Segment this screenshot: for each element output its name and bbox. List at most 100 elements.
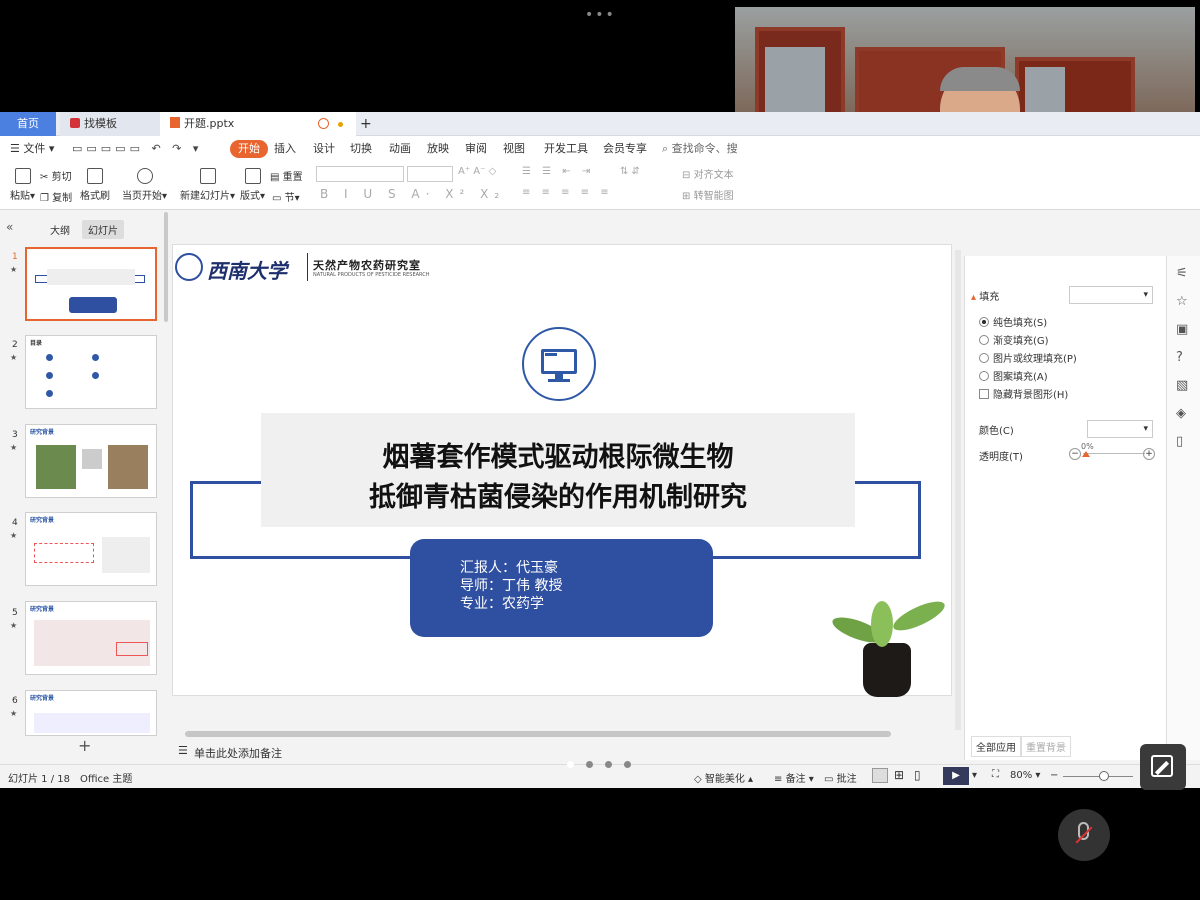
notes-toggle-button[interactable]: ≡ 备注 ▾ — [774, 770, 814, 785]
warning-icon[interactable] — [318, 118, 329, 129]
zoom-level[interactable]: 80% ▾ — [1010, 770, 1040, 781]
pattern-fill-option[interactable]: 图案填充(A) — [979, 368, 1048, 383]
hide-background-checkbox[interactable]: 隐藏背景图形(H) — [979, 386, 1068, 401]
apply-all-button[interactable]: 全部应用 — [971, 736, 1021, 757]
vertical-scrollbar[interactable] — [955, 250, 961, 730]
grid-view-icon[interactable]: ⊞ — [894, 768, 904, 782]
zoom-slider[interactable] — [1063, 776, 1133, 777]
image-icon[interactable]: ▧ — [1176, 378, 1188, 393]
transition-icon[interactable]: ▣ — [1176, 322, 1188, 337]
slide-thumbnail-5[interactable]: 研究背景 — [25, 601, 157, 675]
section-button[interactable]: ▭ 节▾ — [272, 189, 300, 204]
tab-templates[interactable]: 找模板 — [60, 112, 160, 136]
page-dot — [605, 761, 612, 768]
notes-bar[interactable]: ☰ 单击此处添加备注 — [172, 742, 952, 766]
quick-access-toolbar[interactable]: ▭▭▭▭▭ ↶ ↷ ▾ — [72, 140, 202, 158]
font-size-buttons[interactable]: A⁺ A⁻ ◇ — [458, 166, 496, 177]
paragraph-align-buttons[interactable]: ≡ ≡ ≡ ≡ ≡ — [522, 187, 613, 198]
menu-animation[interactable]: 动画 — [389, 140, 411, 158]
play-from-current-button[interactable]: 当页开始▾ — [122, 168, 167, 202]
menu-dev-tools[interactable]: 开发工具 — [544, 140, 588, 158]
star-icon: ★ — [10, 353, 18, 362]
star-icon: ★ — [10, 531, 18, 540]
command-search[interactable]: ⌕ 查找命令、搜 — [662, 140, 738, 158]
plus-icon[interactable]: + — [1143, 448, 1155, 460]
slide-thumbnail-6[interactable]: 研究背景 — [25, 690, 157, 736]
menu-start[interactable]: 开始 — [230, 140, 268, 158]
layout-button[interactable]: 版式▾ — [240, 168, 265, 202]
reset-background-button[interactable]: 重置背景 — [1021, 736, 1071, 757]
normal-view-icon[interactable] — [872, 768, 888, 783]
reading-view-icon[interactable]: ▯ — [914, 768, 921, 782]
copy-button[interactable]: ❐ 复制 — [40, 189, 72, 204]
add-tab-button[interactable]: + — [356, 112, 378, 136]
cut-button[interactable]: ✂ 剪切 — [40, 168, 72, 183]
slider-handle-icon[interactable] — [1082, 451, 1090, 457]
menu-member[interactable]: 会员专享 — [603, 140, 647, 158]
horizontal-scrollbar[interactable] — [185, 731, 891, 737]
smart-shape-button[interactable]: ⊞ 转智能图 — [682, 187, 734, 202]
slide-canvas[interactable]: 西南大学 天然产物农药研究室 NATURAL PRODUCTS OF PESTI… — [172, 244, 952, 697]
menu-insert[interactable]: 插入 — [274, 140, 296, 158]
collapse-panel-button[interactable]: « — [6, 220, 13, 234]
lab-name: 天然产物农药研究室 — [313, 259, 421, 272]
zoom-slider-handle[interactable] — [1099, 771, 1109, 781]
minus-icon[interactable]: − — [1069, 448, 1081, 460]
color-picker[interactable]: ▾ — [1087, 420, 1153, 438]
help-icon[interactable]: ? — [1176, 350, 1183, 365]
location-icon[interactable]: ◈ — [1176, 406, 1186, 421]
format-painter-button[interactable]: 格式刷 — [80, 168, 110, 202]
play-icon — [136, 168, 153, 184]
comments-button[interactable]: ▭ 批注 — [824, 770, 857, 785]
picture-fill-option[interactable]: 图片或纹理填充(P) — [979, 350, 1077, 365]
section-icon: ▭ — [272, 193, 282, 204]
align-text-button[interactable]: ⊟ 对齐文本 — [682, 166, 734, 181]
mute-button[interactable] — [1058, 809, 1110, 861]
font-size-select[interactable] — [407, 166, 453, 182]
menu-transition[interactable]: 切换 — [350, 140, 372, 158]
fit-window-icon[interactable]: ⛶ — [992, 769, 999, 780]
text-direction-buttons[interactable]: ⇅ ⇵ — [620, 166, 640, 177]
menu-review[interactable]: 审阅 — [465, 140, 487, 158]
tab-file[interactable]: 开题.pptx — [160, 112, 356, 136]
menu-view[interactable]: 视图 — [503, 140, 525, 158]
paste-button[interactable]: 粘贴▾ — [10, 168, 35, 202]
slide-thumbnail-1[interactable] — [25, 247, 157, 321]
thumbnail-number: 4 — [12, 518, 18, 528]
tab-slides[interactable]: 幻灯片 — [82, 220, 124, 239]
cut-label: 剪切 — [51, 172, 72, 183]
paragraph-list-buttons[interactable]: ☰ ☰ ⇤ ⇥ — [522, 166, 594, 177]
zoom-out-icon[interactable]: − — [1050, 770, 1058, 781]
solid-fill-option[interactable]: 纯色填充(S) — [979, 314, 1047, 329]
thumbnail-scrollbar[interactable] — [164, 212, 168, 322]
fill-section-header[interactable]: ▴ 填充 — [971, 288, 999, 303]
slide-thumbnail-4[interactable]: 研究背景 — [25, 512, 157, 586]
slideshow-dropdown[interactable]: ▾ — [972, 770, 977, 781]
paste-label: 粘贴 — [10, 191, 30, 202]
gradient-fill-option[interactable]: 渐变填充(G) — [979, 332, 1049, 347]
fill-type-dropdown[interactable]: ▾ — [1069, 286, 1153, 304]
menu-design[interactable]: 设计 — [313, 140, 335, 158]
add-slide-button[interactable]: + — [78, 736, 91, 755]
text-format-buttons[interactable]: B I U S A· X² X₂ — [320, 187, 505, 201]
play-slideshow-icon[interactable]: ▶ — [943, 767, 969, 785]
reset-icon: ▤ — [270, 172, 280, 183]
new-slide-button[interactable]: 新建幻灯片▾ — [180, 168, 235, 202]
slide-thumbnail-2[interactable]: 目录 — [25, 335, 157, 409]
annotate-button[interactable] — [1140, 744, 1186, 790]
menu-file[interactable]: ☰ 文件 ▾ — [10, 140, 54, 158]
thumbnail-label: 研究背景 — [30, 517, 55, 524]
menu-slideshow[interactable]: 放映 — [427, 140, 449, 158]
slide-thumbnail-3[interactable]: 研究背景 — [25, 424, 157, 498]
smart-beautify-button[interactable]: ◇ 智能美化 ▴ — [694, 770, 753, 785]
font-family-select[interactable] — [316, 166, 404, 182]
transparency-slider[interactable] — [1083, 453, 1145, 454]
reset-button[interactable]: ▤ 重置 — [270, 168, 303, 183]
pin-icon[interactable]: ☆ — [1176, 294, 1188, 309]
tab-home[interactable]: 首页 — [0, 112, 56, 136]
book-icon[interactable]: ▯ — [1176, 434, 1183, 449]
window-menu-dots[interactable]: ••• — [585, 7, 616, 23]
tab-outline[interactable]: 大纲 — [50, 222, 70, 237]
ribbon-toolbar: 粘贴▾ ✂ 剪切 ❐ 复制 格式刷 当页开始▾ 新建幻灯片▾ 版式▾ ▤ 重置 … — [0, 162, 1200, 210]
properties-icon[interactable]: ⚟ — [1176, 266, 1188, 281]
